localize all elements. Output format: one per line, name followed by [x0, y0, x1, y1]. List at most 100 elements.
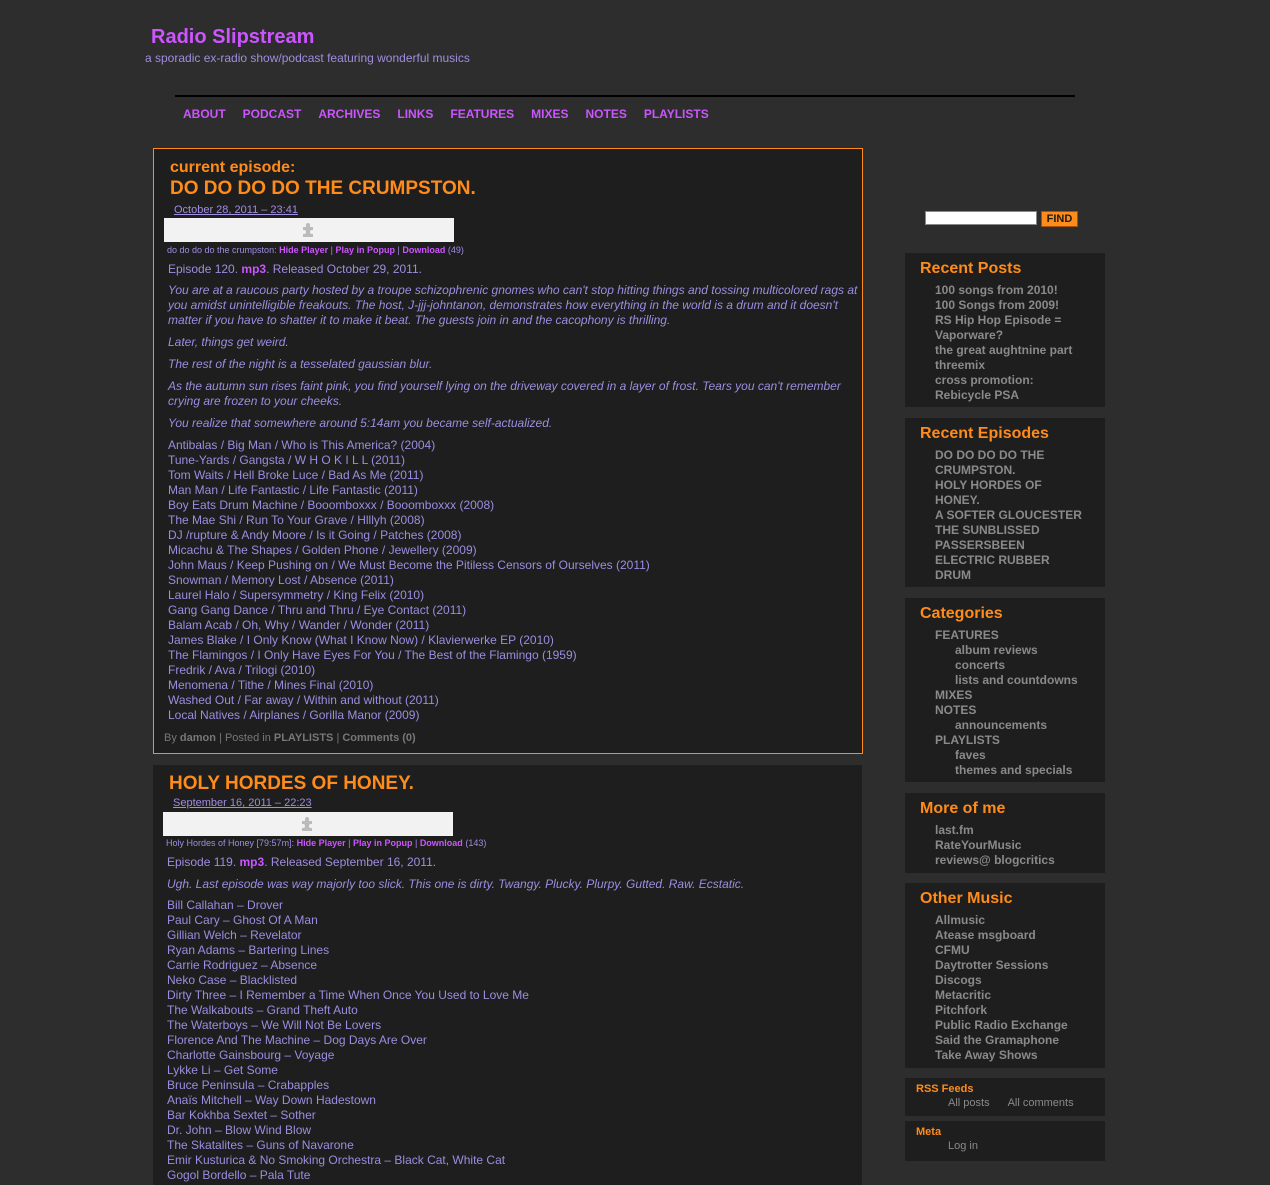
site-title[interactable]: Radio Slipstream [151, 26, 314, 49]
recent-post-link[interactable]: 100 songs from 2010! [935, 283, 1072, 298]
recent-posts-widget: Recent Posts 100 songs from 2010! 100 So… [905, 253, 1105, 407]
find-button[interactable]: FIND [1041, 211, 1078, 227]
track-item: The Skatalites – Guns of Navarone [167, 1138, 354, 1152]
recent-post-link[interactable]: RS Hip Hop Episode = [935, 313, 1072, 328]
category-link[interactable]: PLAYLISTS [274, 732, 334, 744]
audio-player[interactable] [163, 812, 453, 836]
plugin-puzzle-icon [302, 817, 312, 831]
recent-post-link[interactable]: 100 Songs from 2009! [935, 298, 1072, 313]
nav-archives[interactable]: ARCHIVES [318, 107, 380, 121]
episode-link[interactable]: CRUMPSTON. [935, 463, 1082, 478]
subcategory-link[interactable]: announcements [935, 718, 1078, 733]
widget-title: Other Music [920, 890, 1013, 907]
post-date[interactable]: October 28, 2011 – 23:41 [174, 204, 298, 216]
music-link[interactable]: Public Radio Exchange [935, 1018, 1068, 1033]
nav-divider [175, 95, 1075, 97]
hide-player-link[interactable]: Hide Player [297, 838, 346, 848]
nav-about[interactable]: ABOUT [183, 107, 226, 121]
category-link[interactable]: FEATURES [935, 628, 1078, 643]
episode-link[interactable]: THE SUNBLISSED [935, 523, 1082, 538]
music-link[interactable]: Pitchfork [935, 1003, 1068, 1018]
download-link[interactable]: Download [420, 838, 463, 848]
track-item: Gang Gang Dance / Thru and Thru / Eye Co… [168, 603, 467, 617]
profile-link[interactable]: last.fm [935, 823, 1055, 838]
nav-links[interactable]: LINKS [397, 107, 433, 121]
profile-link[interactable]: RateYourMusic [935, 838, 1055, 853]
episode-link[interactable]: DRUM [935, 568, 1082, 583]
by-label: By [164, 732, 177, 744]
category-link[interactable]: PLAYLISTS [935, 733, 1078, 748]
nav-features[interactable]: FEATURES [450, 107, 514, 121]
music-link[interactable]: Allmusic [935, 913, 1068, 928]
rss-all-comments-link[interactable]: All comments [1008, 1097, 1074, 1109]
music-link[interactable]: Daytrotter Sessions [935, 958, 1068, 973]
track-item: Local Natives / Airplanes / Gorilla Mano… [168, 708, 420, 722]
widget-title: Recent Posts [920, 260, 1022, 277]
recent-posts-list: 100 songs from 2010! 100 Songs from 2009… [935, 283, 1072, 403]
nav-playlists[interactable]: PLAYLISTS [644, 107, 709, 121]
download-link[interactable]: Download [402, 245, 445, 255]
description-paragraph: The rest of the night is a tesselated ga… [168, 357, 433, 371]
player-name: do do do do the crumpston: [167, 245, 277, 255]
music-link[interactable]: CFMU [935, 943, 1068, 958]
rss-feeds-widget: RSS Feeds All posts All comments [905, 1078, 1105, 1116]
nav-podcast[interactable]: PODCAST [243, 107, 302, 121]
mp3-link[interactable]: mp3 [241, 262, 266, 276]
post-date[interactable]: September 16, 2011 – 22:23 [173, 797, 312, 809]
recent-post-link[interactable]: threemix [935, 358, 1072, 373]
music-link[interactable]: Atease msgboard [935, 928, 1068, 943]
music-link[interactable]: Discogs [935, 973, 1068, 988]
recent-post-link[interactable]: cross promotion: [935, 373, 1072, 388]
track-item: Micachu & The Shapes / Golden Phone / Je… [168, 543, 477, 557]
recent-post-link[interactable]: the great aughtnine part [935, 343, 1072, 358]
recent-post-link[interactable]: Vaporware? [935, 328, 1072, 343]
log-in-link[interactable]: Log in [948, 1140, 978, 1152]
description-paragraph: You are at a raucous party hosted by a t… [168, 283, 858, 327]
episode-link[interactable]: PASSERSBEEN [935, 538, 1082, 553]
subcategory-link[interactable]: concerts [935, 658, 1078, 673]
post-title[interactable]: DO DO DO DO THE CRUMPSTON. [170, 178, 476, 200]
episode-link[interactable]: HONEY. [935, 493, 1082, 508]
audio-player[interactable] [164, 218, 454, 242]
search-input[interactable] [925, 211, 1037, 225]
music-link[interactable]: Take Away Shows [935, 1048, 1068, 1063]
episode-link[interactable]: ELECTRIC RUBBER [935, 553, 1082, 568]
recent-post-link[interactable]: Rebicycle PSA [935, 388, 1072, 403]
subcategory-link[interactable]: faves [935, 748, 1078, 763]
episode-link[interactable]: DO DO DO DO THE [935, 448, 1082, 463]
mp3-link[interactable]: mp3 [240, 855, 265, 869]
description-paragraph: Later, things get weird. [168, 335, 289, 349]
category-link[interactable]: NOTES [935, 703, 1078, 718]
author-link[interactable]: damon [180, 732, 216, 744]
episode-number: Episode 119. [167, 855, 237, 869]
tracklist: Bill Callahan – Drover Paul Cary – Ghost… [167, 898, 529, 1183]
comments-link[interactable]: Comments (0) [342, 732, 415, 744]
description-paragraph: You realize that somewhere around 5:14am… [168, 416, 553, 430]
track-item: Bill Callahan – Drover [167, 898, 284, 912]
play-in-popup-link[interactable]: Play in Popup [353, 838, 413, 848]
episode-link[interactable]: HOLY HORDES OF [935, 478, 1082, 493]
player-links: Holy Hordes of Honey [79:57m]: Hide Play… [166, 838, 487, 848]
subcategory-link[interactable]: lists and countdowns [935, 673, 1078, 688]
track-item: Bar Kokhba Sextet – Sother [167, 1108, 316, 1122]
category-link[interactable]: MIXES [935, 688, 1078, 703]
track-item: The Waterboys – We Will Not Be Lovers [167, 1018, 382, 1032]
subcategory-link[interactable]: album reviews [935, 643, 1078, 658]
music-link[interactable]: Said the Gramaphone [935, 1033, 1068, 1048]
episode-link[interactable]: A SOFTER GLOUCESTER [935, 508, 1082, 523]
subcategory-link[interactable]: themes and specials [935, 763, 1078, 778]
rss-all-posts-link[interactable]: All posts [948, 1097, 990, 1109]
widget-title: Recent Episodes [920, 425, 1049, 442]
nav-mixes[interactable]: MIXES [531, 107, 568, 121]
hide-player-link[interactable]: Hide Player [279, 245, 328, 255]
track-item: DJ /rupture & Andy Moore / Is it Going /… [168, 528, 462, 542]
music-link[interactable]: Metacritic [935, 988, 1068, 1003]
post-title[interactable]: HOLY HORDES OF HONEY. [169, 773, 414, 795]
play-in-popup-link[interactable]: Play in Popup [335, 245, 395, 255]
episode-number: Episode 120. [168, 262, 239, 276]
profile-link[interactable]: reviews@ blogcritics [935, 853, 1055, 868]
track-item: The Walkabouts – Grand Theft Auto [167, 1003, 358, 1017]
track-item: Boy Eats Drum Machine / Booomboxxx / Boo… [168, 498, 495, 512]
nav-notes[interactable]: NOTES [585, 107, 626, 121]
description-paragraph: Ugh. Last episode was way majorly too sl… [167, 877, 745, 891]
